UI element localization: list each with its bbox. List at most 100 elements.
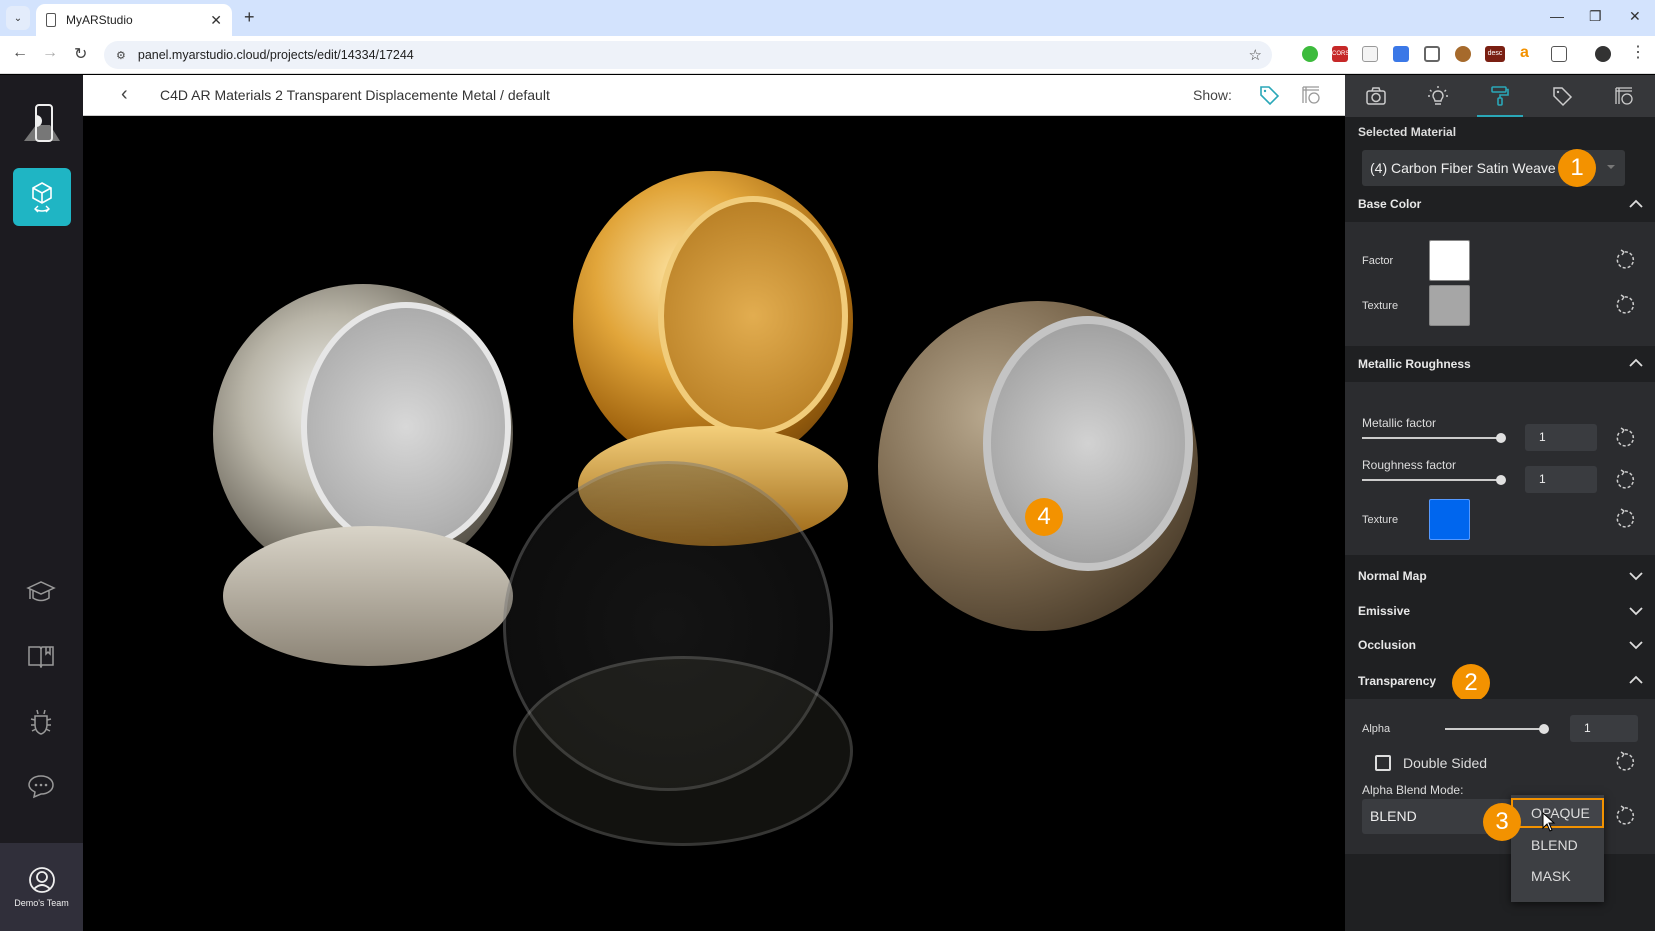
tab-materials[interactable] [1469,75,1531,117]
section-base-color-header[interactable]: Base Color [1345,187,1655,221]
cors-icon[interactable]: CORS [1332,46,1349,62]
graduation-cap-icon [26,581,56,602]
silver-sphere-stand [223,526,513,666]
tab-camera[interactable] [1345,75,1407,117]
section-metallic-roughness-body: Metallic factor 1 Roughness factor 1 Tex… [1345,382,1655,555]
metallic-factor-label: Metallic factor [1362,416,1437,430]
close-tab-icon[interactable]: ✕ [210,12,222,29]
sidebar-item-docs[interactable] [25,640,57,672]
chat-bubble-icon [28,775,54,799]
section-title: Occlusion [1358,638,1417,652]
tab-search-button[interactable]: ⌄ [6,6,30,30]
3d-viewport[interactable]: 4 [83,116,1345,931]
site-info-icon[interactable]: ⚙ [116,49,126,62]
alpha-input[interactable]: 1 [1570,715,1638,742]
section-title: Emissive [1358,604,1411,618]
chevron-down-icon: ⌄ [13,12,23,24]
camera-icon [1366,87,1386,105]
back-button[interactable]: ‹ [121,83,128,106]
annotation-badge-2: 2 [1452,664,1490,702]
translate-icon[interactable] [1393,46,1409,62]
slider-thumb[interactable] [1539,724,1549,734]
amazon-icon[interactable]: a [1520,45,1536,62]
roughness-factor-input[interactable]: 1 [1525,466,1597,493]
base-color-factor-swatch[interactable] [1429,240,1470,281]
chevron-down-icon [1629,607,1643,616]
reset-icon[interactable] [1613,249,1635,271]
blend-option-mask[interactable]: MASK [1511,861,1604,891]
green-hand-icon[interactable] [1302,46,1318,62]
sidebar-item-academy[interactable] [25,576,57,608]
reset-icon[interactable] [1613,427,1635,449]
reset-icon[interactable] [1613,751,1635,773]
reload-icon[interactable]: ↻ [74,44,87,64]
annotation-badge-4: 4 [1025,498,1063,536]
chevron-up-icon [1629,358,1643,367]
tag-toggle-icon[interactable] [1258,84,1280,106]
section-transparency-header[interactable]: Transparency [1345,663,1655,699]
back-arrow-icon[interactable]: ← [12,44,28,62]
section-occlusion-header[interactable]: Occlusion [1345,628,1655,662]
team-account-button[interactable]: Demo's Team [0,843,83,931]
cube-rotate-icon [32,182,52,213]
minimize-button[interactable]: — [1550,8,1564,24]
reset-icon[interactable] [1613,508,1635,530]
new-tab-button[interactable]: + [244,7,255,28]
kebab-menu-icon[interactable]: ⋮ [1630,45,1646,62]
sidebar-item-chat[interactable] [25,770,57,802]
puzzle-icon[interactable] [1551,46,1567,62]
reset-icon[interactable] [1613,469,1635,491]
section-metallic-roughness-header[interactable]: Metallic Roughness [1345,346,1655,382]
favicon-icon [46,13,56,27]
base-color-texture-swatch[interactable] [1429,285,1470,326]
section-title: Base Color [1358,197,1422,211]
tab-tags[interactable] [1531,75,1593,117]
desc-icon[interactable]: desc [1485,46,1505,62]
team-label: Demo's Team [14,898,69,908]
metallic-factor-input[interactable]: 1 [1525,424,1597,451]
section-title: Normal Map [1358,569,1427,583]
gold-sphere-emblem [658,196,848,436]
blend-option-opaque[interactable]: OPAQUE [1511,798,1604,828]
forward-arrow-icon[interactable]: → [42,44,58,62]
sidebar-item-3d-editor[interactable] [13,168,71,226]
material-select-value: (4) Carbon Fiber Satin Weave [1370,160,1556,176]
editor-header: ‹ C4D AR Materials 2 Transparent Displac… [83,75,1345,116]
tab-lighting[interactable] [1407,75,1469,117]
dropdown-caret-icon [1607,165,1615,169]
restore-button[interactable]: ❐ [1589,8,1602,25]
slider-thumb[interactable] [1496,433,1506,443]
url-text: panel.myarstudio.cloud/projects/edit/143… [137,48,414,62]
pinecone-icon[interactable] [1455,46,1471,62]
browser-tab[interactable]: MyARStudio ✕ [36,4,232,36]
tab-model[interactable] [1593,75,1655,117]
dimensions-toggle-icon[interactable] [1300,84,1322,106]
metallic-factor-slider[interactable] [1362,433,1506,443]
envelope-icon[interactable] [1362,46,1378,62]
alpha-blend-mode-label: Alpha Blend Mode: [1362,783,1464,797]
show-label: Show: [1193,87,1232,103]
bookmark-star-icon[interactable]: ☆ [1249,46,1262,64]
roughness-factor-slider[interactable] [1362,475,1506,485]
double-sided-checkbox[interactable] [1375,755,1391,771]
myarstudio-logo[interactable] [22,103,62,147]
slider-thumb[interactable] [1496,475,1506,485]
profile-avatar[interactable] [1595,46,1611,62]
address-bar[interactable]: ⚙ panel.myarstudio.cloud/projects/edit/1… [104,41,1272,69]
shield-icon[interactable] [1424,46,1440,62]
close-window-button[interactable]: ✕ [1629,8,1641,25]
annotation-badge-3: 3 [1483,803,1521,841]
sidebar-item-bugs[interactable] [25,706,57,738]
chevron-up-icon [1629,199,1643,208]
silver-sphere-emblem [301,302,511,552]
section-normal-map-header[interactable]: Normal Map [1345,559,1655,593]
section-title: Metallic Roughness [1358,357,1471,371]
chevron-down-icon [1629,641,1643,650]
reset-icon[interactable] [1613,294,1635,316]
dimensions-icon [1615,87,1633,105]
blend-option-blend[interactable]: BLEND [1511,830,1604,860]
section-emissive-header[interactable]: Emissive [1345,594,1655,628]
reset-icon[interactable] [1613,805,1635,827]
metallic-roughness-texture-swatch[interactable] [1429,499,1470,540]
alpha-slider[interactable] [1445,724,1549,734]
